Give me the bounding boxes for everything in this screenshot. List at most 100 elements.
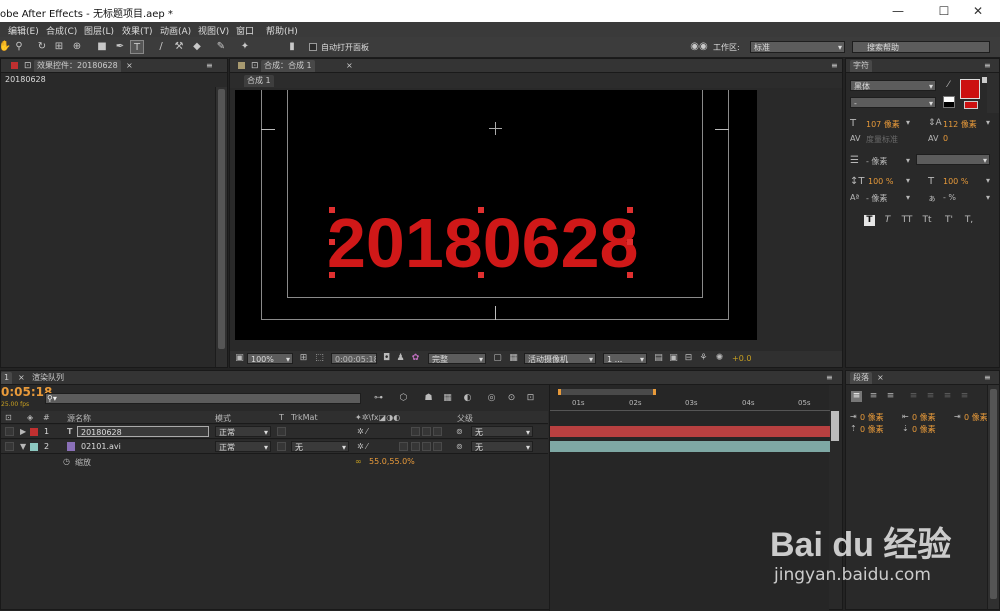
clone-stamp-icon[interactable]: ⚒ — [172, 40, 186, 54]
tab-render-queue[interactable]: 渲染队列 — [29, 372, 67, 384]
camera-orbit-icon[interactable]: ⊞ — [52, 40, 66, 54]
minimize-button[interactable]: — — [888, 3, 908, 19]
font-size-value[interactable]: 107 像素 — [866, 119, 900, 130]
stroke-width-dropdown-icon[interactable]: ▾ — [906, 156, 910, 165]
stopwatch-icon[interactable]: ◷ — [63, 457, 70, 466]
layer-row-2[interactable]: ▼ 2 02101.avi 正常 无 ✲ ⁄ ⊚ 无 — [1, 440, 548, 454]
color-channel-icon[interactable]: ✿ — [410, 353, 421, 364]
menu-edit[interactable]: 编辑(E) — [8, 24, 39, 37]
auto-open-checkbox[interactable] — [309, 42, 317, 52]
visibility-toggle[interactable] — [5, 442, 14, 451]
camera-select[interactable]: 活动摄像机 — [524, 353, 596, 364]
horizontal-scale-dropdown-icon[interactable]: ▾ — [986, 176, 990, 185]
close-icon[interactable]: × — [874, 372, 887, 384]
trkmat-select[interactable]: 无 — [291, 441, 349, 452]
faux-italic-button[interactable]: T — [882, 215, 893, 226]
graph-editor-icon[interactable]: ◎ — [486, 393, 497, 404]
panel-menu-icon[interactable]: ≡ — [981, 60, 994, 72]
small-caps-button[interactable]: Tt — [920, 215, 934, 226]
pickwhip-icon[interactable]: ⊚ — [456, 427, 463, 436]
preserve-transparency-toggle[interactable] — [277, 427, 286, 436]
tab-character[interactable]: 字符 — [850, 60, 872, 72]
tab-effect-controls[interactable]: 效果控件：20180628 — [34, 60, 121, 72]
grid-icon[interactable]: ▣ — [234, 353, 245, 364]
space-before-value[interactable]: 0 像素 — [860, 424, 884, 435]
motion-blur-icon[interactable]: ◐ — [462, 393, 473, 404]
vertical-scale-dropdown-icon[interactable]: ▾ — [906, 176, 910, 185]
resolution-select[interactable]: 完整 — [428, 353, 486, 364]
work-area-bar[interactable] — [558, 389, 656, 395]
black-white-swatch[interactable] — [943, 96, 955, 108]
font-family-select[interactable]: 黑体 — [850, 80, 936, 91]
safe-zone-icon[interactable]: ⊞ — [298, 353, 309, 364]
zoom-select[interactable]: 100% — [247, 353, 293, 364]
mask-icon[interactable]: ⬚ — [314, 353, 325, 364]
subscript-button[interactable]: T, — [962, 215, 976, 226]
font-style-select[interactable]: - — [850, 97, 936, 108]
justify-left-icon[interactable]: ≡ — [908, 391, 919, 402]
pan-behind-icon[interactable]: ⊕ — [70, 40, 84, 54]
tracking-value[interactable]: 0 — [943, 134, 948, 143]
comp-mini-flowchart-icon[interactable]: ⊶ — [373, 393, 384, 404]
vr-icon[interactable]: ◉◉ — [690, 40, 708, 54]
roto-brush-icon[interactable]: ✎ — [214, 40, 228, 54]
current-time-field[interactable]: 0:00:05:18 — [331, 353, 377, 364]
eraser-icon[interactable]: ◆ — [190, 40, 204, 54]
superscript-button[interactable]: T' — [942, 215, 956, 226]
eyedropper-icon[interactable]: ⁄ — [943, 80, 954, 91]
transparency-grid-icon[interactable]: ▦ — [508, 353, 519, 364]
justify-center-icon[interactable]: ≡ — [925, 391, 936, 402]
layer-mode-select[interactable]: 正常 — [215, 441, 271, 452]
tsume-value[interactable]: - % — [943, 193, 956, 202]
frame-blending-icon[interactable]: ▦ — [442, 393, 453, 404]
visibility-toggle[interactable] — [5, 427, 14, 436]
workspace-select[interactable]: 标准 — [750, 41, 845, 53]
menu-animation[interactable]: 动画(A) — [160, 24, 191, 37]
puppet-pin-icon[interactable]: ✦ — [238, 40, 252, 54]
rotate-icon[interactable]: ↻ — [35, 40, 49, 54]
exposure-value[interactable]: +0.0 — [732, 354, 751, 363]
layer-row-1[interactable]: ▶ 1 T 20180628 正常 ✲ ⁄ ⊚ 无 — [1, 425, 548, 439]
constrain-proportions-icon[interactable]: ∞ — [355, 457, 362, 466]
pen-icon[interactable]: ✒ — [113, 40, 127, 54]
lock-icon[interactable]: ⊡ — [21, 60, 35, 72]
layer-switches-1[interactable]: ✲ ⁄ — [357, 427, 368, 436]
align-right-icon[interactable]: ≡ — [885, 391, 896, 402]
leading-dropdown-icon[interactable]: ▾ — [986, 118, 990, 127]
menu-view[interactable]: 视图(V) — [198, 24, 229, 37]
exposure-icon[interactable]: ✺ — [714, 353, 725, 364]
layer-bar-2[interactable] — [550, 441, 830, 452]
all-caps-button[interactable]: TT — [900, 215, 914, 226]
menu-window[interactable]: 窗口 — [236, 24, 254, 37]
kerning-value[interactable]: 度量标准 — [866, 134, 898, 145]
baseline-dropdown-icon[interactable]: ▾ — [906, 193, 910, 202]
collapse-arrow-icon[interactable]: ▼ — [20, 442, 26, 451]
baseline-shift-value[interactable]: - 像素 — [866, 193, 887, 204]
lock-icon[interactable]: ⊡ — [248, 60, 262, 72]
panel-menu-icon[interactable]: ≡ — [981, 372, 994, 384]
current-time-indicator[interactable] — [831, 411, 839, 441]
layer-name[interactable]: 02101.avi — [81, 442, 121, 451]
layer-bar-1[interactable] — [550, 426, 830, 437]
fast-preview-icon[interactable]: ▣ — [668, 353, 679, 364]
menu-composition[interactable]: 合成(C) — [46, 24, 77, 37]
layer-mode-select[interactable]: 正常 — [215, 426, 271, 437]
panel-icon[interactable]: ▮ — [285, 40, 299, 54]
text-tool-icon[interactable]: T — [130, 40, 144, 54]
tab-paragraph[interactable]: 段落 — [850, 372, 872, 384]
close-button[interactable]: ✕ — [968, 3, 988, 19]
leading-value[interactable]: 112 像素 — [943, 119, 977, 130]
indent-left-value[interactable]: 0 像素 — [860, 412, 884, 423]
parent-select-2[interactable]: 无 — [471, 441, 533, 452]
indent-right-value[interactable]: 0 像素 — [912, 412, 936, 423]
layer-label-color[interactable] — [30, 428, 38, 436]
views-select[interactable]: 1 ... — [603, 353, 647, 364]
property-value[interactable]: 55.0,55.0% — [369, 457, 415, 466]
comp-viewer[interactable]: 20180628 — [235, 90, 757, 340]
brush-icon[interactable]: / — [154, 40, 168, 54]
shy-icon[interactable]: ☗ — [423, 393, 434, 404]
menu-help[interactable]: 帮助(H) — [266, 24, 298, 37]
faux-bold-button[interactable]: T — [864, 215, 875, 226]
flowchart-icon[interactable]: ⚘ — [698, 353, 709, 364]
layer-name-field[interactable]: 20180628 — [77, 426, 209, 437]
